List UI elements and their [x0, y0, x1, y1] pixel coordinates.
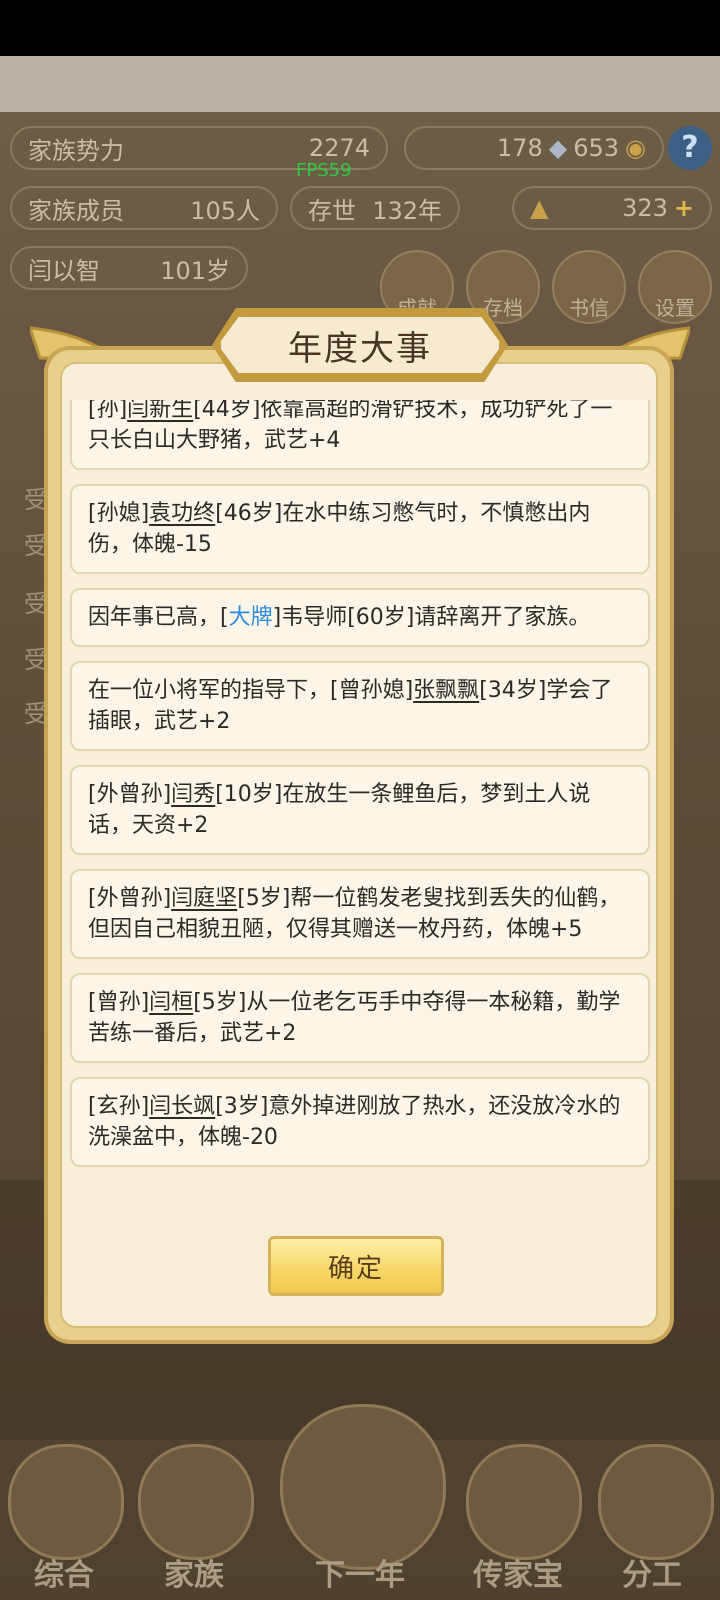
overview-icon: [8, 1444, 124, 1560]
event-card: [孙]闫新生[44岁]依靠高超的滑铲技术，成功铲死了一只长白山大野猪，武艺+4: [70, 400, 650, 470]
nav-heirloom[interactable]: 传家宝: [458, 1550, 578, 1594]
event-card: 因年事已高，[大牌]韦导师[60岁]请辞离开了家族。: [70, 588, 650, 647]
family-icon: [138, 1444, 254, 1560]
event-role: [孙媳]: [88, 501, 150, 526]
bg-line: 受: [24, 700, 48, 728]
resource-b-value: 653: [573, 134, 620, 162]
member-name-link[interactable]: 闫桓: [149, 990, 193, 1015]
status-bar: [0, 0, 720, 56]
bg-line: 受: [24, 532, 48, 560]
coin-icon: ◉: [625, 134, 646, 162]
event-text: 在一位小将军的指导下，[曾孙媳]: [88, 678, 414, 703]
bottom-nav: 综合 家族 下一年 传家宝 分工: [0, 1404, 720, 1600]
heirloom-icon: [466, 1444, 582, 1560]
event-role: [外曾孙]: [88, 782, 172, 807]
bg-line: 受: [24, 590, 48, 618]
member-name-link[interactable]: 袁功终: [149, 501, 215, 526]
assignment-icon: [598, 1444, 714, 1560]
nav-assignment[interactable]: 分工: [592, 1550, 712, 1594]
resources-pill: 178 ◆ 653 ◉: [404, 126, 664, 170]
member-name-link[interactable]: 闫庭坚: [171, 886, 237, 911]
letters-label: 书信: [569, 296, 609, 320]
gold-ingot-icon: ▲: [530, 194, 549, 222]
mountain-icon: [280, 1404, 446, 1570]
bg-line: 受: [24, 486, 48, 514]
family-power-label: 家族势力: [28, 136, 124, 165]
crystal-icon: ◆: [548, 134, 568, 162]
event-role: [玄孙]: [88, 1094, 150, 1119]
confirm-button[interactable]: 确定: [268, 1236, 444, 1296]
family-members-pill: 家族成员 105人: [10, 186, 278, 230]
event-card: [外曾孙]闫庭坚[5岁]帮一位鹤发老叟找到丢失的仙鹤，但因自己相貌丑陋，仅得其赠…: [70, 869, 650, 959]
event-card: [外曾孙]闫秀[10岁]在放生一条鲤鱼后，梦到土人说话，天资+2: [70, 765, 650, 855]
nav-family[interactable]: 家族: [134, 1550, 254, 1594]
member-name-link[interactable]: 闫长飒: [149, 1094, 215, 1119]
fps-counter: FPS59: [296, 160, 352, 181]
gold-value: 323: [622, 194, 668, 222]
top-band: [0, 56, 720, 112]
modal-title: 年度大事: [218, 314, 502, 376]
add-icon[interactable]: +: [674, 194, 694, 222]
existence-value: 132年: [372, 196, 442, 225]
gold-pill: ▲ 323 +: [512, 186, 712, 230]
bg-line: 受: [24, 646, 48, 674]
patriarch-pill: 闫以智 101岁: [10, 246, 248, 290]
help-button[interactable]: ?: [668, 126, 712, 170]
rank-label: 大牌: [228, 605, 273, 630]
resource-a-value: 178: [496, 134, 543, 162]
existence-label: 存世: [308, 196, 356, 225]
event-card: [玄孙]闫长飒[3岁]意外掉进刚放了热水，还没放冷水的洗澡盆中，体魄-20: [70, 1077, 650, 1167]
family-members-value: 105人: [190, 196, 260, 225]
existence-pill: 存世 132年: [290, 186, 460, 230]
letters-button[interactable]: 书信: [552, 250, 626, 324]
event-text: ]韦导师[60岁]请辞离开了家族。: [272, 605, 591, 630]
member-name-link[interactable]: 闫新生: [127, 400, 193, 422]
patriarch-name: 闫以智: [28, 256, 100, 285]
event-role: [曾孙]: [88, 990, 150, 1015]
patriarch-age: 101岁: [160, 256, 230, 285]
family-power-value: 2274: [308, 134, 370, 162]
event-role: [外曾孙]: [88, 886, 172, 911]
settings-button[interactable]: 设置: [638, 250, 712, 324]
event-card: [曾孙]闫桓[5岁]从一位老乞丐手中夺得一本秘籍，勤学苦练一番后，武艺+2: [70, 973, 650, 1063]
nav-next-year[interactable]: 下一年: [300, 1550, 420, 1594]
event-list[interactable]: [孙]闫新生[44岁]依靠高超的滑铲技术，成功铲死了一只长白山大野猪，武艺+4 …: [70, 400, 650, 1206]
settings-label: 设置: [655, 296, 695, 320]
event-role: [孙]: [88, 400, 128, 422]
event-text: 因年事已高，[: [88, 605, 229, 630]
family-members-label: 家族成员: [28, 196, 124, 225]
nav-overview[interactable]: 综合: [4, 1550, 124, 1594]
event-card: [孙媳]袁功终[46岁]在水中练习憋气时，不慎憋出内伤，体魄-15: [70, 484, 650, 574]
member-name-link[interactable]: 张飘飘: [413, 678, 479, 703]
member-name-link[interactable]: 闫秀: [171, 782, 215, 807]
event-card: 在一位小将军的指导下，[曾孙媳]张飘飘[34岁]学会了插眼，武艺+2: [70, 661, 650, 751]
